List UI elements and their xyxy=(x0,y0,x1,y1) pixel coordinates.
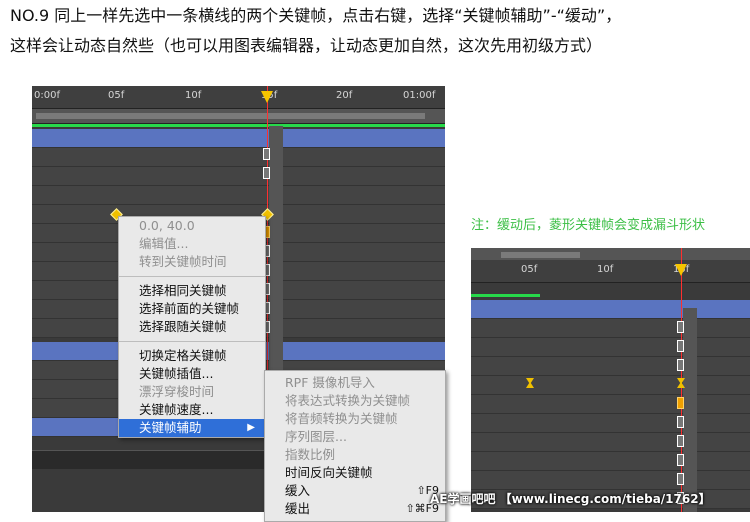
keyframe-marker[interactable] xyxy=(263,167,270,179)
menu-item-select-previous[interactable]: 选择前面的关键帧 xyxy=(119,300,265,318)
menu-item-select-following[interactable]: 选择跟随关键帧 xyxy=(119,318,265,336)
ruler-tick: 20f xyxy=(336,90,353,101)
keyframe-marker[interactable] xyxy=(677,473,684,485)
property-row[interactable] xyxy=(32,167,445,186)
property-row[interactable] xyxy=(471,433,750,452)
menu-item-label: 关键帧辅助 xyxy=(139,420,202,435)
property-row[interactable] xyxy=(471,357,750,376)
keyframe-context-menu: 0.0, 40.0 编辑值... 转到关键帧时间 选择相同关键帧 选择前面的关键… xyxy=(118,216,266,438)
property-row[interactable] xyxy=(471,338,750,357)
keyframe-assistant-submenu: RPF 摄像机导入 将表达式转换为关键帧 将音频转换为关键帧 序列图层... 指… xyxy=(264,370,446,522)
property-row[interactable] xyxy=(32,186,445,205)
time-shade xyxy=(683,308,697,512)
menu-item-rove-across-time[interactable]: 漂浮穿梭时间 xyxy=(119,383,265,401)
property-row[interactable] xyxy=(32,148,445,167)
property-row[interactable] xyxy=(471,395,750,414)
watermark: AE学画吧吧 【www.linecg.com/tieba/1762】 xyxy=(430,492,711,506)
keyframe-marker[interactable] xyxy=(263,148,270,160)
submenu-item-ease-out[interactable]: 缓出 ⇧⌘F9 xyxy=(265,500,445,518)
menu-separator xyxy=(119,341,265,342)
work-area-bar[interactable] xyxy=(32,109,445,124)
layer-bar[interactable] xyxy=(32,129,445,148)
menu-item-toggle-hold[interactable]: 切换定格关键帧 xyxy=(119,347,265,365)
keyframe-marker[interactable] xyxy=(677,435,684,447)
submenu-item-ease-in[interactable]: 缓入 ⇧F9 xyxy=(265,482,445,500)
ruler-tick: 05f xyxy=(108,90,125,101)
submenu-item-exponential-scale[interactable]: 指数比例 xyxy=(265,446,445,464)
keyframe-marker[interactable] xyxy=(677,359,684,371)
playhead-handle[interactable] xyxy=(261,91,273,103)
submenu-item-expr-to-keyframes[interactable]: 将表达式转换为关键帧 xyxy=(265,392,445,410)
submenu-item-time-reverse[interactable]: 时间反向关键帧 xyxy=(265,464,445,482)
ruler-tick: 10f xyxy=(597,264,614,275)
property-row[interactable] xyxy=(471,471,750,490)
time-ruler[interactable]: 0:00f 05f 10f 15f 20f 01:00f xyxy=(32,86,445,109)
instruction-line-1: NO.9 同上一样先选中一条横线的两个关键帧，点击右键，选择“关键帧辅助”-“缓… xyxy=(10,6,622,25)
submenu-item-rpf-camera[interactable]: RPF 摄像机导入 xyxy=(265,374,445,392)
layer-bar[interactable] xyxy=(471,300,750,319)
menu-item-goto-time[interactable]: 转到关键帧时间 xyxy=(119,253,265,271)
keyframe-marker[interactable] xyxy=(677,321,684,333)
menu-item-edit-value[interactable]: 编辑值... xyxy=(119,235,265,253)
menu-item-velocity[interactable]: 关键帧速度... xyxy=(119,401,265,419)
menu-item-value: 0.0, 40.0 xyxy=(139,218,195,233)
submenu-arrow-icon: ▶ xyxy=(247,422,255,433)
property-row[interactable] xyxy=(471,319,750,338)
ruler-tick: 10f xyxy=(185,90,202,101)
time-ruler[interactable]: 05f 10f 15f xyxy=(471,260,750,283)
timeline-result-panel[interactable]: 05f 10f 15f xyxy=(471,248,750,512)
ruler-tick: 0:00f xyxy=(34,90,60,101)
instruction-line-2: 这样会让动态自然些（也可以用图表编辑器，让动态更加自然，这次先用初级方式） xyxy=(10,36,603,55)
menu-item-label: 缓出 xyxy=(285,501,311,516)
menu-item-select-same[interactable]: 选择相同关键帧 xyxy=(119,282,265,300)
property-row[interactable] xyxy=(471,376,750,395)
menu-item-label: 缓入 xyxy=(285,483,311,498)
ruler-tick: 01:00f xyxy=(403,90,436,101)
keyframe-marker-selected[interactable] xyxy=(677,397,684,409)
layer-duration-line xyxy=(471,294,540,297)
menu-separator xyxy=(119,276,265,277)
ruler-tick: 05f xyxy=(521,264,538,275)
keyframe-marker[interactable] xyxy=(677,340,684,352)
submenu-item-audio-to-keyframes[interactable]: 将音频转换为关键帧 xyxy=(265,410,445,428)
playhead-handle[interactable] xyxy=(675,264,687,276)
keyframe-marker[interactable] xyxy=(677,416,684,428)
menu-item-keyframe-assistant[interactable]: 关键帧辅助 ▶ xyxy=(119,419,265,437)
keyframe-marker[interactable] xyxy=(677,454,684,466)
layer-duration-line xyxy=(32,124,445,127)
property-row[interactable] xyxy=(471,452,750,471)
submenu-item-sequence-layers[interactable]: 序列图层... xyxy=(265,428,445,446)
annotation-note: 注：缓动后，菱形关键帧会变成漏斗形状 xyxy=(471,218,706,233)
menu-item-interpolation[interactable]: 关键帧插值... xyxy=(119,365,265,383)
property-row[interactable] xyxy=(471,414,750,433)
